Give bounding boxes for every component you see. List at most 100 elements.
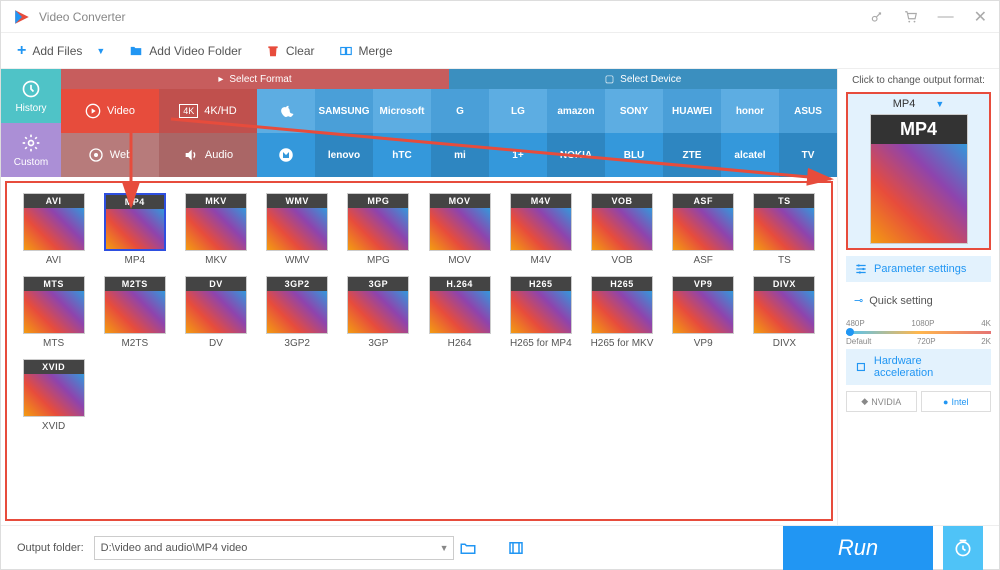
bottombar: Output folder: ▼ Run [1,525,999,569]
intel-chip[interactable]: ● Intel [921,391,992,412]
format-mpg[interactable]: MPGMPG [340,191,417,268]
format-wmv[interactable]: WMVWMV [259,191,336,268]
brand-ASUS[interactable]: ASUS [779,89,837,133]
brand-apple-moto[interactable] [257,89,315,133]
brand-BLU[interactable]: BLU [605,133,663,177]
format-dv[interactable]: DVDV [177,274,254,351]
minimize-button[interactable]: — [938,8,954,26]
toolbar: + Add Files ▼ Add Video Folder Clear Mer… [1,33,999,69]
category-video[interactable]: Video [61,89,159,133]
chevron-down-icon[interactable]: ▼ [440,543,449,553]
history-button[interactable]: History [1,69,61,123]
chevron-down-icon[interactable]: ▼ [935,99,944,109]
hardware-accel-button[interactable]: Hardware acceleration [846,349,991,385]
format-label: WMV [285,255,309,266]
brand-SONY[interactable]: SONY [605,89,663,133]
format-3gp[interactable]: 3GP3GP [340,274,417,351]
folder-plus-icon [129,44,143,58]
category-4k[interactable]: 4K 4K/HD [159,89,257,133]
format-m2ts[interactable]: M2TSM2TS [96,274,173,351]
brand-honor[interactable]: honor [721,89,779,133]
format-mts[interactable]: MTSMTS [15,274,92,351]
quality-slider[interactable]: 480P1080P4K Default720P2K [846,319,991,343]
output-folder-label: Output folder: [17,542,84,554]
schedule-button[interactable] [943,526,983,570]
brand-ZTE[interactable]: ZTE [663,133,721,177]
brand-lenovo[interactable]: lenovo [315,133,373,177]
add-folder-label: Add Video Folder [149,44,242,58]
format-asf[interactable]: ASFASF [665,191,742,268]
app-logo-icon [13,8,31,26]
select-device-tab[interactable]: ▢ Select Device [449,69,837,89]
brand-TV[interactable]: TV [779,133,837,177]
clear-button[interactable]: Clear [266,44,315,58]
format-label: H265 for MP4 [510,338,572,349]
format-h265-for-mp4[interactable]: H265H265 for MP4 [502,274,579,351]
sidebar: Click to change output format: MP4▼ MP4 … [837,69,999,525]
format-mov[interactable]: MOVMOV [421,191,498,268]
add-files-button[interactable]: + Add Files ▼ [17,42,105,60]
format-xvid[interactable]: XVIDXVID [15,357,92,434]
format-label: VOB [611,255,632,266]
output-format-preview[interactable]: MP4▼ MP4 [846,92,991,250]
brand-LG[interactable]: LG [489,89,547,133]
plus-icon: + [17,42,26,60]
format-mp4[interactable]: MP4MP4 [96,191,173,268]
custom-label: Custom [14,157,48,168]
custom-button[interactable]: Custom [1,123,61,177]
merge-button[interactable]: Merge [339,44,393,58]
category-web[interactable]: Web [61,133,159,177]
format-label: MOV [448,255,471,266]
brand-amazon[interactable]: amazon [547,89,605,133]
format-h264[interactable]: H.264H264 [421,274,498,351]
toggle-icon: ⊸ [854,294,863,307]
slider-thumb[interactable] [846,328,854,336]
format-mkv[interactable]: MKVMKV [177,191,254,268]
brand-alcatel[interactable]: alcatel [721,133,779,177]
format-avi[interactable]: AVIAVI [15,191,92,268]
close-button[interactable]: ✕ [974,7,987,27]
chrome-icon [88,147,104,163]
brand-HUAWEI[interactable]: HUAWEI [663,89,721,133]
format-label: VP9 [694,338,713,349]
format-label: 3GP2 [284,338,310,349]
sliders-icon [854,262,868,276]
4k-icon: 4K [179,104,198,118]
brand-1+[interactable]: 1+ [489,133,547,177]
select-format-tab[interactable]: ▸ Select Format [61,69,449,89]
run-button[interactable]: Run [783,526,933,570]
format-ts[interactable]: TSTS [746,191,823,268]
change-format-label: Click to change output format: [846,75,991,86]
format-m4v[interactable]: M4VM4V [502,191,579,268]
film-icon[interactable] [507,539,525,557]
folder-open-icon[interactable] [459,539,477,557]
brand-G[interactable]: G [431,89,489,133]
brand-Microsoft[interactable]: Microsoft [373,89,431,133]
format-divx[interactable]: DIVXDIVX [746,274,823,351]
format-vob[interactable]: VOBVOB [583,191,660,268]
history-icon [21,79,41,99]
quick-setting-button[interactable]: ⊸ Quick setting [846,288,991,313]
format-h265-for-mkv[interactable]: H265H265 for MKV [583,274,660,351]
brand-row-1: SAMSUNGMicrosoftGLGamazonSONYHUAWEIhonor… [257,89,837,133]
format-label: MP4 [125,255,146,266]
brand-hTC[interactable]: hTC [373,133,431,177]
brand-apple-moto[interactable] [257,133,315,177]
category-audio[interactable]: Audio [159,133,257,177]
parameter-settings-button[interactable]: Parameter settings [846,256,991,282]
chevron-down-icon[interactable]: ▼ [96,46,105,56]
key-icon[interactable] [870,10,884,24]
current-format-label: MP4 [893,98,916,110]
clock-icon [953,538,973,558]
brand-SAMSUNG[interactable]: SAMSUNG [315,89,373,133]
nvidia-chip[interactable]: ◆ NVIDIA [846,391,917,412]
add-folder-button[interactable]: Add Video Folder [129,44,242,58]
brand-mi[interactable]: mi [431,133,489,177]
merge-label: Merge [359,44,393,58]
format-vp9[interactable]: VP9VP9 [665,274,742,351]
format-3gp2[interactable]: 3GP23GP2 [259,274,336,351]
brand-NOKIA[interactable]: NOKIA [547,133,605,177]
output-path-input[interactable] [94,536,454,560]
cart-icon[interactable] [904,10,918,24]
merge-icon [339,44,353,58]
